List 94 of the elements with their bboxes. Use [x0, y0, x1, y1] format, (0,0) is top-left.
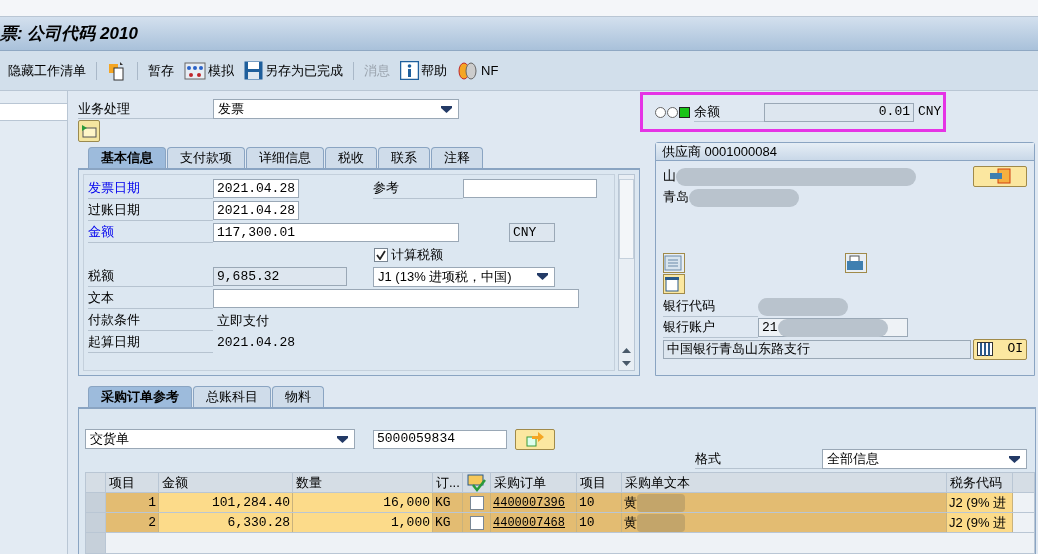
table-cell: 1 — [106, 493, 159, 512]
checkbox[interactable] — [469, 495, 484, 510]
tab[interactable]: 基本信息 — [88, 147, 166, 168]
column-header[interactable]: 项目 — [106, 473, 159, 492]
posting-date-field[interactable]: 2021.04.28 — [213, 201, 299, 220]
table-cell: 6,330.28 — [159, 513, 293, 532]
folder-button[interactable] — [78, 120, 100, 142]
select-all-icon[interactable] — [466, 473, 487, 492]
currency-field[interactable]: CNY — [509, 223, 555, 242]
layout-select[interactable]: 全部信息 — [822, 449, 1027, 469]
baseline-date-value: 2021.04.28 — [216, 333, 295, 352]
checkbox[interactable] — [374, 247, 388, 262]
tab[interactable]: 支付款项 — [167, 147, 245, 168]
table-cell: KG — [433, 513, 463, 532]
tab[interactable]: 总账科目 — [193, 386, 271, 407]
amount-field[interactable]: 117,300.01 — [213, 223, 459, 242]
mail-button[interactable] — [663, 274, 685, 294]
vendor-city: 青岛 — [663, 187, 1027, 207]
dropdown-caret-icon[interactable] — [441, 105, 452, 113]
tab[interactable]: 详细信息 — [246, 147, 324, 168]
transfer-button[interactable] — [515, 428, 555, 450]
scroll-down-icon[interactable] — [622, 361, 631, 366]
table-cell-text: 黄 — [624, 513, 637, 532]
toolbar-button[interactable]: 隐藏工作清单 — [8, 60, 86, 81]
arrow-into-box-icon — [525, 431, 545, 447]
column-header[interactable]: 金额 — [159, 473, 293, 492]
dropdown-caret-icon[interactable] — [1009, 455, 1020, 463]
bank-account-field[interactable]: 21 — [758, 318, 908, 337]
bank-name-field[interactable]: 中国银行青岛山东路支行 — [663, 339, 972, 359]
tab[interactable]: 联系 — [378, 147, 430, 168]
stamp-button[interactable] — [973, 165, 1027, 187]
toolbar-button[interactable] — [107, 60, 127, 81]
toolbar-button[interactable]: 暂存 — [148, 60, 174, 81]
dropdown-caret-icon[interactable] — [337, 435, 348, 443]
column-header[interactable]: 数量 — [293, 473, 433, 492]
toolbar-button[interactable]: NF — [457, 60, 499, 81]
balance-field[interactable]: 0.01 — [764, 102, 914, 122]
table-cell: 1,000 — [293, 513, 433, 532]
vendor-panel-header: 供应商 0001000084 — [656, 143, 1034, 161]
document-type-select[interactable]: 交货单 — [85, 429, 355, 449]
field-label: 银行代码 — [663, 296, 758, 317]
column-header[interactable]: 订... — [433, 473, 463, 492]
balance-currency: CNY — [918, 103, 942, 122]
tab[interactable]: 注释 — [431, 147, 483, 168]
envelope-icon — [664, 276, 680, 292]
tab[interactable]: 税收 — [325, 147, 377, 168]
fax-button[interactable] — [845, 253, 867, 273]
vendor-name: 山 — [663, 166, 916, 186]
payment-terms-value: 立即支付 — [216, 311, 269, 330]
table-cell: KG — [433, 493, 463, 512]
dropdown-caret-icon[interactable] — [537, 273, 548, 280]
tax-amount-field[interactable]: 9,685.32 — [213, 267, 347, 286]
clipboard-icon — [107, 60, 127, 81]
network-icon — [184, 61, 206, 80]
table-cell: J2 (9% 进 — [947, 493, 1013, 512]
toolbar-button[interactable]: 模拟 — [184, 60, 234, 81]
oi-button[interactable]: OI — [973, 338, 1027, 360]
table-cell: 101,284.40 — [159, 493, 293, 512]
reference-field[interactable] — [463, 179, 597, 198]
scrollbar[interactable] — [618, 174, 635, 371]
column-header[interactable]: 项目 — [577, 473, 622, 492]
tax-code-select[interactable]: J1 (13% 进项税，中国) — [373, 266, 555, 287]
column-header[interactable]: 采购订单 — [491, 473, 577, 492]
table-cell: 16,000 — [293, 493, 433, 512]
folder-icon — [81, 124, 97, 138]
table-cell: 10 — [577, 513, 622, 532]
fax-icon — [846, 255, 864, 271]
invoice-date-field[interactable]: 2021.04.28 — [213, 179, 299, 198]
table-cell: 10 — [577, 493, 622, 512]
text-field[interactable] — [213, 289, 579, 308]
tab[interactable]: 物料 — [272, 386, 324, 407]
redaction-blur — [637, 493, 685, 512]
table-cell: 2 — [106, 513, 159, 532]
scroll-up-icon[interactable] — [622, 348, 631, 353]
table-icon — [977, 342, 994, 356]
table-cell: J2 (9% 进 — [947, 513, 1013, 532]
toolbar-button[interactable]: 另存为已完成 — [244, 60, 343, 81]
checkbox-label: 计算税额 — [391, 245, 443, 264]
toolbar-button[interactable]: 帮助 — [400, 60, 447, 81]
field-label: 起算日期 — [88, 332, 213, 353]
phone-book-icon — [664, 255, 682, 271]
column-header[interactable]: 税务代码 — [947, 473, 1013, 492]
column-header[interactable]: 采购单文本 — [622, 473, 947, 492]
info-icon — [400, 61, 419, 80]
stamp-icon — [989, 168, 1011, 184]
coins-icon — [457, 60, 479, 81]
tab[interactable]: 采购订单参考 — [88, 386, 192, 407]
redaction-blur — [637, 513, 685, 532]
document-number-field[interactable]: 5000059834 — [373, 429, 507, 449]
window-title: 票: 公司代码 2010 — [0, 22, 138, 45]
checkbox[interactable] — [469, 515, 484, 530]
table-cell-text: 黄 — [624, 493, 637, 512]
field-label: 付款条件 — [88, 310, 213, 331]
transaction-select[interactable]: 发票 — [213, 99, 459, 119]
